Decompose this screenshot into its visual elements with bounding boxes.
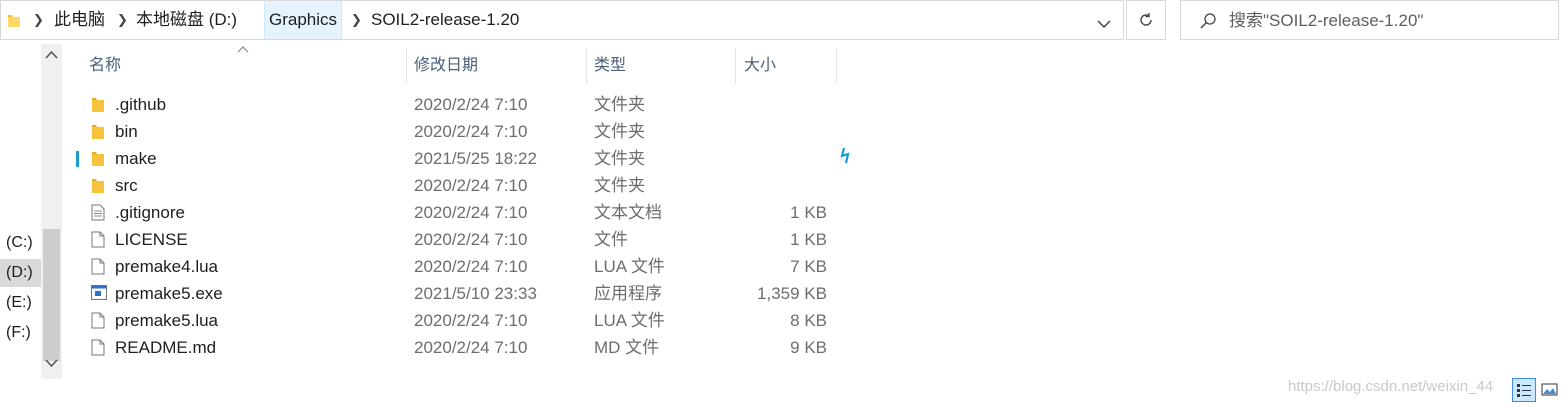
folder-icon <box>91 96 105 118</box>
nav-drive-f[interactable]: (F:) <box>0 319 41 347</box>
refresh-icon <box>1140 13 1152 26</box>
file-modified-date: 2020/2/24 7:10 <box>414 311 528 330</box>
large-icons-view-icon <box>1541 383 1558 396</box>
address-bar[interactable]: ❯ 此电脑 ❯ 本地磁盘 (D:) Graphics ❯ SOIL2-relea… <box>0 0 1124 40</box>
file-icon <box>91 339 105 361</box>
file-modified-date: 2020/2/24 7:10 <box>414 176 528 195</box>
file-row[interactable]: premake5.lua 2020/2/24 7:10 LUA 文件 8 KB <box>80 307 840 334</box>
search-box[interactable] <box>1180 0 1559 40</box>
file-row[interactable]: LICENSE 2020/2/24 7:10 文件 1 KB <box>80 226 840 253</box>
file-modified-date: 2020/2/24 7:10 <box>414 95 528 114</box>
breadcrumb-graphics[interactable]: Graphics <box>264 1 343 39</box>
file-size: 1 KB <box>790 230 827 249</box>
file-modified-date: 2021/5/25 18:22 <box>414 149 537 168</box>
file-row[interactable]: .gitignore 2020/2/24 7:10 文本文档 1 KB <box>80 199 840 226</box>
file-modified-date: 2020/2/24 7:10 <box>414 338 528 357</box>
file-type: LUA 文件 <box>594 257 665 276</box>
details-view-button[interactable] <box>1512 378 1536 402</box>
file-size: 1,359 KB <box>757 284 827 303</box>
file-size: 8 KB <box>790 311 827 330</box>
file-row[interactable]: src 2020/2/24 7:10 文件夹 <box>80 172 840 199</box>
folder-icon <box>91 177 105 199</box>
file-modified-date: 2020/2/24 7:10 <box>414 203 528 222</box>
file-row[interactable]: premake5.exe 2021/5/10 23:33 应用程序 1,359 KB <box>80 280 840 307</box>
file-type: 文件夹 <box>594 122 645 141</box>
file-type: 文本文档 <box>594 203 662 222</box>
folder-icon <box>91 123 105 145</box>
large-icons-view-button[interactable] <box>1541 381 1559 404</box>
nav-drive-e[interactable]: (E:) <box>0 289 41 317</box>
scrollbar-thumb[interactable] <box>43 229 60 361</box>
file-name: premake5.exe <box>115 284 223 303</box>
folder-icon <box>91 150 105 172</box>
file-type: 文件夹 <box>594 149 645 168</box>
nav-drive-d[interactable]: (D:) <box>0 259 41 287</box>
chevron-right-icon[interactable]: ❯ <box>117 1 128 39</box>
file-modified-date: 2020/2/24 7:10 <box>414 257 528 276</box>
details-view-icon <box>1517 384 1531 397</box>
file-row[interactable]: premake4.lua 2020/2/24 7:10 LUA 文件 7 KB <box>80 253 840 280</box>
text-document-icon <box>91 204 105 226</box>
folder-icon <box>7 12 21 33</box>
file-type: 应用程序 <box>594 284 662 303</box>
file-name: premake4.lua <box>115 257 219 276</box>
file-name: make <box>115 149 157 168</box>
watermark: https://blog.csdn.net/weixin_44 <box>1288 378 1494 395</box>
sync-status-icon <box>76 151 80 172</box>
file-row[interactable]: README.md 2020/2/24 7:10 MD 文件 9 KB <box>80 334 840 361</box>
cursor-mark-icon <box>840 146 852 171</box>
file-type: LUA 文件 <box>594 311 665 330</box>
file-icon <box>91 231 105 253</box>
chevron-right-icon[interactable]: ❯ <box>33 1 44 39</box>
chevron-right-icon[interactable]: ❯ <box>351 1 362 39</box>
file-name: .github <box>115 95 167 114</box>
breadcrumb-drive-d[interactable]: 本地磁盘 (D:) <box>136 1 237 39</box>
breadcrumb-this-pc[interactable]: 此电脑 <box>54 1 105 39</box>
chevron-down-icon[interactable] <box>1097 14 1111 34</box>
application-icon <box>91 285 107 305</box>
refresh-button[interactable] <box>1126 0 1166 40</box>
file-modified-date: 2020/2/24 7:10 <box>414 122 528 141</box>
file-size: 7 KB <box>790 257 827 276</box>
file-size: 1 KB <box>790 203 827 222</box>
file-icon <box>91 258 105 280</box>
column-header-date[interactable]: 修改日期 <box>408 48 587 84</box>
file-type: 文件夹 <box>594 95 645 114</box>
file-name: bin <box>115 122 138 141</box>
file-size: 9 KB <box>790 338 827 357</box>
file-name: README.md <box>115 338 217 357</box>
file-name: LICENSE <box>115 230 188 249</box>
file-type: 文件夹 <box>594 176 645 195</box>
file-type: 文件 <box>594 230 628 249</box>
file-name: src <box>115 176 138 195</box>
search-icon <box>1200 13 1216 29</box>
nav-scrollbar[interactable] <box>41 44 62 379</box>
file-modified-date: 2021/5/10 23:33 <box>414 284 537 303</box>
file-row[interactable]: .github 2020/2/24 7:10 文件夹 <box>80 91 840 118</box>
file-modified-date: 2020/2/24 7:10 <box>414 230 528 249</box>
nav-drive-c[interactable]: (C:) <box>0 229 41 257</box>
file-name: .gitignore <box>115 203 185 222</box>
file-row[interactable]: bin 2020/2/24 7:10 文件夹 <box>80 118 840 145</box>
breadcrumb-current-folder[interactable]: SOIL2-release-1.20 <box>371 1 519 39</box>
column-header-name[interactable]: 名称 <box>83 48 407 84</box>
column-header-size[interactable]: 大小 <box>738 48 837 84</box>
scroll-down-icon[interactable] <box>45 358 58 368</box>
search-input[interactable] <box>1227 9 1551 33</box>
file-name: premake5.lua <box>115 311 219 330</box>
column-header-type[interactable]: 类型 <box>588 48 736 84</box>
scroll-up-icon[interactable] <box>45 50 58 60</box>
file-row[interactable]: make 2021/5/25 18:22 文件夹 <box>76 145 840 172</box>
file-icon <box>91 312 105 334</box>
file-type: MD 文件 <box>594 338 660 357</box>
